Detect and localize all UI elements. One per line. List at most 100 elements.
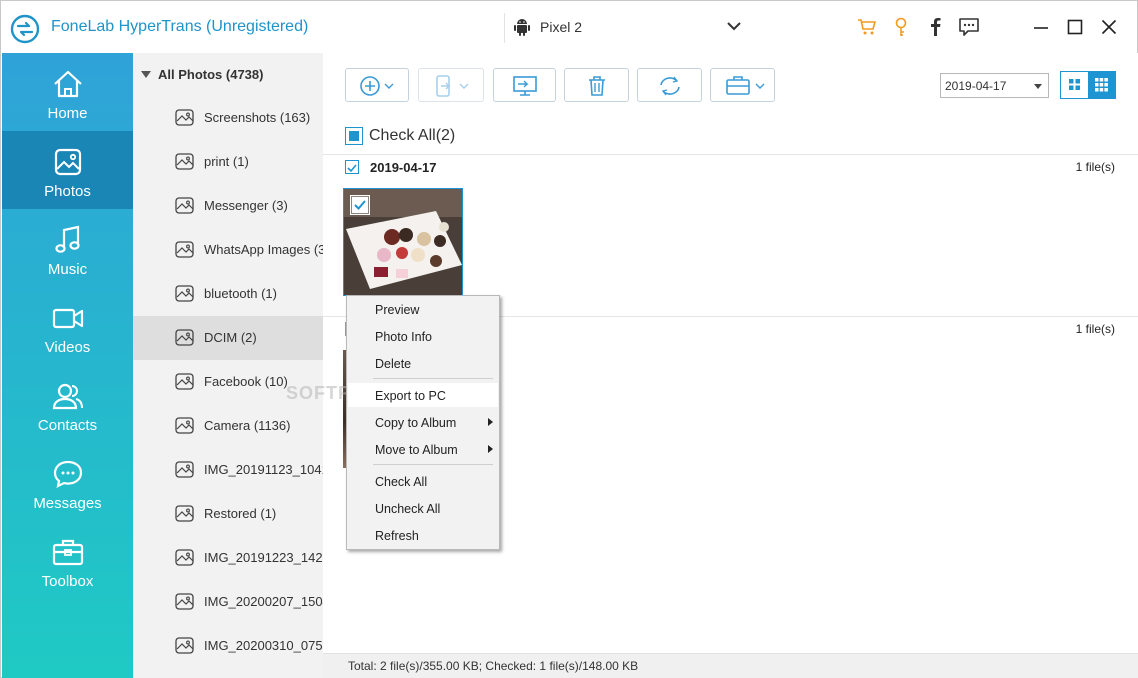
- export-pc-icon: [513, 76, 537, 96]
- album-item-label: Screenshots (163): [204, 110, 311, 125]
- refresh-button[interactable]: [637, 68, 702, 102]
- photo-thumbnail[interactable]: [343, 188, 463, 296]
- album-image-icon: [175, 417, 194, 434]
- menu-item-check-all[interactable]: Check All: [348, 469, 498, 493]
- album-image-icon: [175, 593, 194, 610]
- maximize-icon[interactable]: [1063, 15, 1087, 39]
- submenu-arrow-icon: [488, 445, 493, 453]
- menu-item-label: Delete: [375, 357, 412, 371]
- nav-messages-label: Messages: [33, 495, 102, 512]
- album-item[interactable]: Camera (1136): [133, 404, 323, 448]
- status-text: Total: 2 file(s)/355.00 KB; Checked: 1 f…: [348, 659, 639, 673]
- nav-home[interactable]: Home: [2, 53, 133, 131]
- album-item[interactable]: DCIM (2): [133, 316, 323, 360]
- nav-contacts-label: Contacts: [37, 417, 98, 434]
- album-item[interactable]: Restored (1): [133, 492, 323, 536]
- album-item[interactable]: print (1): [133, 140, 323, 184]
- album-image-icon: [175, 285, 194, 302]
- date-filter-value: 2019-04-17: [945, 79, 1007, 93]
- device-transfer-button[interactable]: [418, 68, 484, 102]
- group-file-count: 1 file(s): [1075, 160, 1115, 174]
- menu-item-preview[interactable]: Preview: [348, 297, 498, 321]
- status-bar: Total: 2 file(s)/355.00 KB; Checked: 1 f…: [323, 653, 1138, 678]
- group-header: 2019-04-17 1 file(s): [345, 160, 1115, 180]
- toolbox-icon: [726, 76, 765, 95]
- small-grid-icon: [1095, 78, 1108, 92]
- album-item-label: DCIM (2): [204, 330, 257, 345]
- album-item-label: Restored (1): [204, 506, 277, 521]
- photo-checkbox[interactable]: [350, 195, 370, 215]
- menu-item-photo-info[interactable]: Photo Info: [348, 324, 498, 348]
- album-item[interactable]: IMG_20200310_0757: [133, 624, 323, 668]
- toolbox-icon: [52, 539, 84, 566]
- menu-item-label: Refresh: [375, 529, 419, 543]
- album-image-icon: [175, 373, 194, 390]
- check-all-checkbox[interactable]: [345, 127, 363, 145]
- group-checkbox[interactable]: [345, 160, 359, 174]
- nav-toolbox[interactable]: Toolbox: [2, 521, 133, 599]
- minimize-icon[interactable]: [1029, 15, 1053, 39]
- toolbox-button[interactable]: [710, 68, 775, 102]
- album-item-label: IMG_20200310_0757: [204, 638, 323, 653]
- nav-videos-label: Videos: [44, 339, 91, 356]
- home-icon: [54, 70, 82, 98]
- album-item-label: IMG_20191223_1426: [204, 550, 323, 565]
- album-item[interactable]: Screenshots (163): [133, 96, 323, 140]
- album-item[interactable]: IMG_20200207_1504: [133, 580, 323, 624]
- nav-music[interactable]: Music: [2, 209, 133, 287]
- export-to-pc-button[interactable]: [493, 68, 556, 102]
- menu-item-move-to-album[interactable]: Move to Album: [348, 437, 498, 461]
- android-icon: [514, 19, 530, 36]
- nav-videos[interactable]: Videos: [2, 287, 133, 365]
- check-all-label: Check All(2): [369, 127, 456, 144]
- small-grid-view-button[interactable]: [1088, 72, 1115, 98]
- album-item-label: Messenger (3): [204, 198, 288, 213]
- album-item-label: IMG_20200207_1504: [204, 594, 323, 609]
- menu-divider: [373, 378, 493, 379]
- album-image-icon: [175, 549, 194, 566]
- title-bar: FoneLab HyperTrans (Unregistered) Pixel …: [1, 1, 1137, 53]
- check-icon: [352, 197, 368, 213]
- check-icon: [347, 164, 357, 173]
- context-menu: Preview Photo Info Delete Export to PC C…: [346, 295, 500, 550]
- album-item[interactable]: WhatsApp Images (3: [133, 228, 323, 272]
- main-nav: Home Photos Music Videos Contacts Messag…: [2, 53, 133, 678]
- album-item[interactable]: IMG_20191123_1041: [133, 448, 323, 492]
- album-item-label: WhatsApp Images (3: [204, 242, 323, 257]
- menu-item-copy-to-album[interactable]: Copy to Album: [348, 410, 498, 434]
- nav-contacts[interactable]: Contacts: [2, 365, 133, 443]
- menu-item-label: Move to Album: [375, 443, 458, 457]
- album-item[interactable]: Messenger (3): [133, 184, 323, 228]
- cart-icon[interactable]: [855, 15, 879, 39]
- album-item[interactable]: bluetooth (1): [133, 272, 323, 316]
- menu-divider: [373, 464, 493, 465]
- menu-item-label: Uncheck All: [375, 502, 441, 516]
- album-item[interactable]: IMG_20191223_1426: [133, 536, 323, 580]
- large-grid-icon: [1069, 79, 1080, 90]
- date-filter-select[interactable]: 2019-04-17: [940, 73, 1049, 98]
- delete-button[interactable]: [564, 68, 629, 102]
- menu-item-export-to-pc[interactable]: Export to PC: [348, 383, 498, 407]
- facebook-icon[interactable]: [923, 15, 947, 39]
- album-image-icon: [175, 505, 194, 522]
- device-selector[interactable]: Pixel 2: [504, 13, 752, 43]
- close-icon[interactable]: [1097, 15, 1121, 39]
- album-image-icon: [175, 637, 194, 654]
- key-icon[interactable]: [889, 15, 913, 39]
- large-grid-view-button[interactable]: [1061, 72, 1088, 98]
- album-item-label: Facebook (10): [204, 374, 288, 389]
- album-image-icon: [175, 153, 194, 170]
- app-logo-icon: [10, 14, 40, 44]
- dropdown-arrow-icon: [1034, 84, 1042, 89]
- menu-item-delete[interactable]: Delete: [348, 351, 498, 375]
- chevron-down-icon: [727, 22, 741, 31]
- all-photos-header[interactable]: All Photos (4738): [141, 67, 263, 82]
- add-button[interactable]: [345, 68, 409, 102]
- view-toggle: [1060, 71, 1116, 99]
- album-item-label: bluetooth (1): [204, 286, 277, 301]
- chat-icon[interactable]: [957, 15, 981, 39]
- nav-photos[interactable]: Photos: [2, 131, 133, 209]
- menu-item-uncheck-all[interactable]: Uncheck All: [348, 496, 498, 520]
- menu-item-refresh[interactable]: Refresh: [348, 523, 498, 547]
- nav-messages[interactable]: Messages: [2, 443, 133, 521]
